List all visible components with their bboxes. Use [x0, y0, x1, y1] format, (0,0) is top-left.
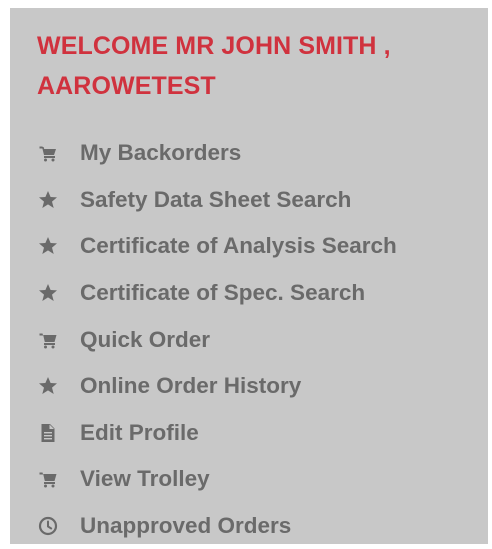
menu-item-quick-order[interactable]: Quick Order [37, 316, 488, 363]
menu-item-label: Online Order History [80, 373, 302, 399]
menu-item-certificate-of-analysis-search[interactable]: Certificate of Analysis Search [37, 223, 488, 270]
menu-item-edit-profile[interactable]: Edit Profile [37, 410, 488, 457]
menu-item-label: My Backorders [80, 140, 242, 166]
document-icon [37, 422, 59, 444]
star-icon [37, 189, 59, 211]
menu-item-online-order-history[interactable]: Online Order History [37, 363, 488, 410]
menu-item-label: Unapproved Orders [80, 513, 292, 539]
menu-item-certificate-of-spec-search[interactable]: Certificate of Spec. Search [37, 270, 488, 317]
menu-item-label: Safety Data Sheet Search [80, 186, 352, 212]
menu-item-my-backorders[interactable]: My Backorders [37, 130, 488, 177]
welcome-line-2: AAROWETEST [37, 72, 216, 100]
menu-item-label: Edit Profile [80, 419, 199, 445]
account-menu: My Backorders Safety Data Sheet Search C… [37, 130, 488, 549]
welcome-line-1: WELCOME MR JOHN SMITH , [37, 32, 391, 60]
star-icon [37, 235, 59, 257]
cart-icon [37, 468, 59, 490]
welcome-heading: WELCOME MR JOHN SMITH , AAROWETEST [37, 26, 477, 106]
menu-item-safety-data-sheet-search[interactable]: Safety Data Sheet Search [37, 177, 488, 224]
cart-icon [37, 329, 59, 351]
menu-item-label: Certificate of Analysis Search [80, 233, 397, 259]
menu-item-label: Quick Order [80, 326, 211, 352]
menu-item-view-trolley[interactable]: View Trolley [37, 456, 488, 503]
clock-icon [37, 515, 59, 537]
menu-item-unapproved-orders[interactable]: Unapproved Orders [37, 503, 488, 549]
account-menu-panel: WELCOME MR JOHN SMITH , AAROWETEST My Ba… [10, 8, 488, 544]
menu-item-label: Certificate of Spec. Search [80, 280, 366, 306]
star-icon [37, 375, 59, 397]
star-icon [37, 282, 59, 304]
cart-icon [37, 142, 59, 164]
menu-item-label: View Trolley [80, 466, 210, 492]
